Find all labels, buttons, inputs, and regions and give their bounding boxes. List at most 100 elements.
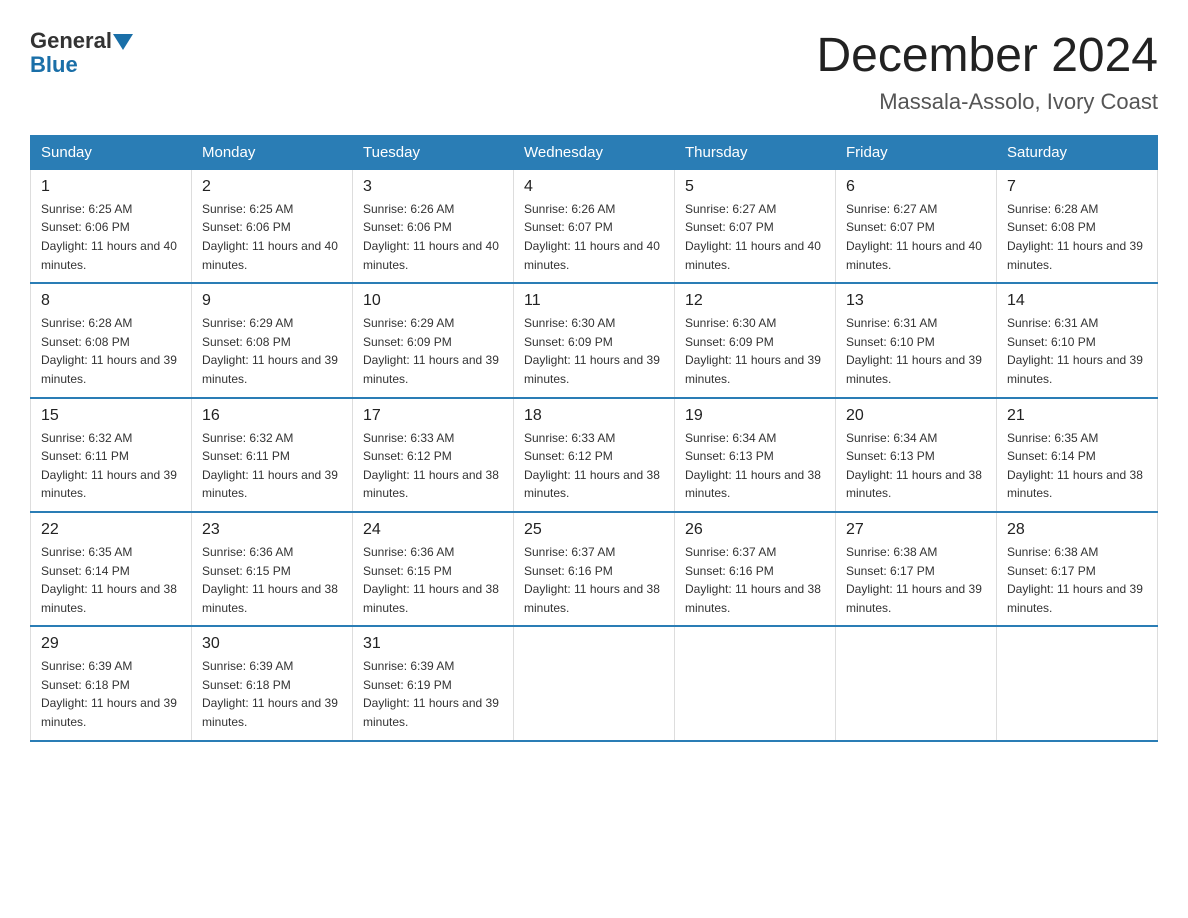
- calendar-cell: [514, 626, 675, 740]
- day-number: 14: [1007, 292, 1147, 310]
- day-info: Sunrise: 6:34 AMSunset: 6:13 PMDaylight:…: [685, 429, 825, 503]
- day-info: Sunrise: 6:36 AMSunset: 6:15 PMDaylight:…: [363, 543, 503, 617]
- day-number: 18: [524, 407, 664, 425]
- day-number: 7: [1007, 178, 1147, 196]
- day-number: 12: [685, 292, 825, 310]
- day-number: 1: [41, 178, 181, 196]
- day-info: Sunrise: 6:37 AMSunset: 6:16 PMDaylight:…: [524, 543, 664, 617]
- calendar-cell: 29Sunrise: 6:39 AMSunset: 6:18 PMDayligh…: [31, 626, 192, 740]
- calendar-cell: 22Sunrise: 6:35 AMSunset: 6:14 PMDayligh…: [31, 512, 192, 626]
- day-number: 24: [363, 521, 503, 539]
- calendar-cell: 17 Sunrise: 6:33 AMSunset: 6:12 PMDayligh…: [353, 398, 514, 512]
- day-info: Sunrise: 6:37 AMSunset: 6:16 PMDaylight:…: [685, 543, 825, 617]
- calendar-cell: 20 Sunrise: 6:34 AMSunset: 6:13 PMDayligh…: [836, 398, 997, 512]
- day-info: Sunrise: 6:25 AMSunset: 6:06 PMDaylight:…: [41, 200, 181, 274]
- day-info: Sunrise: 6:38 AMSunset: 6:17 PMDaylight:…: [846, 543, 986, 617]
- day-number: 27: [846, 521, 986, 539]
- calendar-cell: 8Sunrise: 6:28 AMSunset: 6:08 PMDaylight…: [31, 283, 192, 397]
- calendar-cell: [997, 626, 1158, 740]
- month-title: December 2024: [816, 30, 1158, 83]
- day-number: 13: [846, 292, 986, 310]
- day-number: 15: [41, 407, 181, 425]
- calendar-header-row: SundayMondayTuesdayWednesdayThursdayFrid…: [31, 135, 1158, 169]
- logo-general-text: General: [30, 30, 112, 52]
- day-info: Sunrise: 6:33 AMSunset: 6:12 PMDaylight:…: [363, 429, 503, 503]
- day-info: Sunrise: 6:27 AMSunset: 6:07 PMDaylight:…: [685, 200, 825, 274]
- week-row-2: 8Sunrise: 6:28 AMSunset: 6:08 PMDaylight…: [31, 283, 1158, 397]
- page-header: General Blue December 2024 Massala-Assol…: [30, 30, 1158, 115]
- day-number: 3: [363, 178, 503, 196]
- calendar-cell: 15Sunrise: 6:32 AMSunset: 6:11 PMDayligh…: [31, 398, 192, 512]
- calendar-cell: 21Sunrise: 6:35 AMSunset: 6:14 PMDayligh…: [997, 398, 1158, 512]
- calendar-cell: 28 Sunrise: 6:38 AMSunset: 6:17 PMDayligh…: [997, 512, 1158, 626]
- calendar-cell: 9Sunrise: 6:29 AMSunset: 6:08 PMDaylight…: [192, 283, 353, 397]
- day-info: Sunrise: 6:32 AMSunset: 6:11 PMDaylight:…: [202, 429, 342, 503]
- calendar-cell: 2 Sunrise: 6:25 AMSunset: 6:06 PMDaylight…: [192, 169, 353, 283]
- calendar-cell: 10 Sunrise: 6:29 AMSunset: 6:09 PMDayligh…: [353, 283, 514, 397]
- day-info: Sunrise: 6:38 AMSunset: 6:17 PMDaylight:…: [1007, 543, 1147, 617]
- day-number: 6: [846, 178, 986, 196]
- day-info: Sunrise: 6:27 AMSunset: 6:07 PMDaylight:…: [846, 200, 986, 274]
- calendar-cell: 13Sunrise: 6:31 AMSunset: 6:10 PMDayligh…: [836, 283, 997, 397]
- column-header-monday: Monday: [192, 135, 353, 169]
- calendar-cell: 1 Sunrise: 6:25 AMSunset: 6:06 PMDaylight…: [31, 169, 192, 283]
- calendar-cell: 27 Sunrise: 6:38 AMSunset: 6:17 PMDayligh…: [836, 512, 997, 626]
- day-info: Sunrise: 6:28 AMSunset: 6:08 PMDaylight:…: [1007, 200, 1147, 274]
- day-number: 30: [202, 635, 342, 653]
- day-info: Sunrise: 6:35 AMSunset: 6:14 PMDaylight:…: [41, 543, 181, 617]
- day-number: 10: [363, 292, 503, 310]
- column-header-tuesday: Tuesday: [353, 135, 514, 169]
- calendar-cell: 12 Sunrise: 6:30 AMSunset: 6:09 PMDayligh…: [675, 283, 836, 397]
- calendar-table: SundayMondayTuesdayWednesdayThursdayFrid…: [30, 135, 1158, 742]
- calendar-cell: [836, 626, 997, 740]
- column-header-saturday: Saturday: [997, 135, 1158, 169]
- day-number: 31: [363, 635, 503, 653]
- day-number: 16: [202, 407, 342, 425]
- day-info: Sunrise: 6:31 AMSunset: 6:10 PMDaylight:…: [1007, 314, 1147, 388]
- day-info: Sunrise: 6:39 AMSunset: 6:18 PMDaylight:…: [41, 657, 181, 731]
- day-info: Sunrise: 6:30 AMSunset: 6:09 PMDaylight:…: [685, 314, 825, 388]
- calendar-cell: 5 Sunrise: 6:27 AMSunset: 6:07 PMDaylight…: [675, 169, 836, 283]
- logo: General Blue: [30, 30, 134, 78]
- day-number: 5: [685, 178, 825, 196]
- week-row-1: 1 Sunrise: 6:25 AMSunset: 6:06 PMDaylight…: [31, 169, 1158, 283]
- day-info: Sunrise: 6:29 AMSunset: 6:09 PMDaylight:…: [363, 314, 503, 388]
- day-number: 8: [41, 292, 181, 310]
- calendar-cell: 18 Sunrise: 6:33 AMSunset: 6:12 PMDayligh…: [514, 398, 675, 512]
- calendar-cell: 31Sunrise: 6:39 AMSunset: 6:19 PMDayligh…: [353, 626, 514, 740]
- day-number: 26: [685, 521, 825, 539]
- day-info: Sunrise: 6:33 AMSunset: 6:12 PMDaylight:…: [524, 429, 664, 503]
- week-row-5: 29Sunrise: 6:39 AMSunset: 6:18 PMDayligh…: [31, 626, 1158, 740]
- calendar-cell: 24 Sunrise: 6:36 AMSunset: 6:15 PMDayligh…: [353, 512, 514, 626]
- calendar-cell: [675, 626, 836, 740]
- day-number: 23: [202, 521, 342, 539]
- day-number: 28: [1007, 521, 1147, 539]
- week-row-3: 15 Sunrise: 6:32 AMSunset: 6:11 PMDayligh…: [31, 398, 1158, 512]
- calendar-cell: 30Sunrise: 6:39 AMSunset: 6:18 PMDayligh…: [192, 626, 353, 740]
- week-row-4: 22Sunrise: 6:35 AMSunset: 6:14 PMDayligh…: [31, 512, 1158, 626]
- calendar-cell: 25 Sunrise: 6:37 AMSunset: 6:16 PMDayligh…: [514, 512, 675, 626]
- calendar-cell: 14 Sunrise: 6:31 AMSunset: 6:10 PMDayligh…: [997, 283, 1158, 397]
- day-number: 2: [202, 178, 342, 196]
- day-number: 19: [685, 407, 825, 425]
- day-number: 17: [363, 407, 503, 425]
- calendar-cell: 7 Sunrise: 6:28 AMSunset: 6:08 PMDaylight…: [997, 169, 1158, 283]
- day-info: Sunrise: 6:35 AMSunset: 6:14 PMDaylight:…: [1007, 429, 1147, 503]
- day-number: 4: [524, 178, 664, 196]
- calendar-cell: 11 Sunrise: 6:30 AMSunset: 6:09 PMDayligh…: [514, 283, 675, 397]
- day-number: 25: [524, 521, 664, 539]
- day-info: Sunrise: 6:30 AMSunset: 6:09 PMDaylight:…: [524, 314, 664, 388]
- calendar-cell: 3Sunrise: 6:26 AMSunset: 6:06 PMDaylight…: [353, 169, 514, 283]
- day-info: Sunrise: 6:26 AMSunset: 6:07 PMDaylight:…: [524, 200, 664, 274]
- calendar-cell: 23Sunrise: 6:36 AMSunset: 6:15 PMDayligh…: [192, 512, 353, 626]
- day-number: 20: [846, 407, 986, 425]
- logo-blue-text: Blue: [30, 52, 78, 77]
- day-info: Sunrise: 6:34 AMSunset: 6:13 PMDaylight:…: [846, 429, 986, 503]
- day-info: Sunrise: 6:25 AMSunset: 6:06 PMDaylight:…: [202, 200, 342, 274]
- column-header-sunday: Sunday: [31, 135, 192, 169]
- calendar-cell: 16 Sunrise: 6:32 AMSunset: 6:11 PMDayligh…: [192, 398, 353, 512]
- day-number: 9: [202, 292, 342, 310]
- calendar-cell: 19 Sunrise: 6:34 AMSunset: 6:13 PMDayligh…: [675, 398, 836, 512]
- day-number: 11: [524, 292, 664, 310]
- logo-arrow-icon: [113, 34, 133, 50]
